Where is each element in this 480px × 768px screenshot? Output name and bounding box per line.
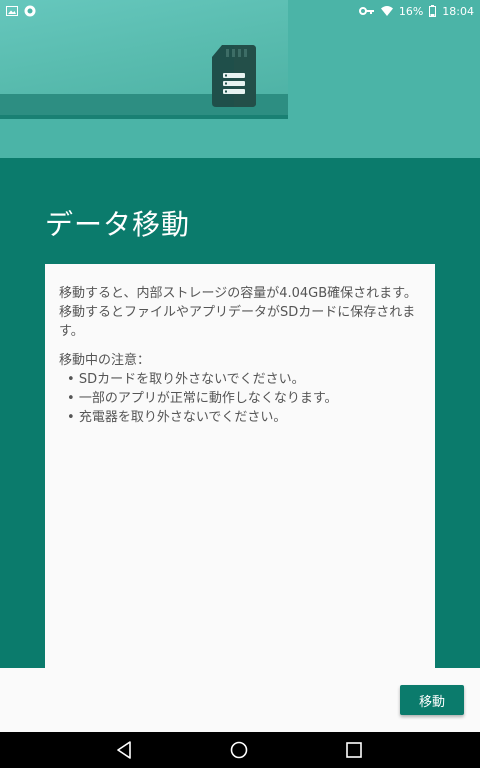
page-title: データ移動: [45, 208, 191, 241]
info-card: 移動すると、内部ストレージの容量が4.04GB確保されます。移動するとファイルや…: [45, 264, 435, 684]
note-item: 一部のアプリが正常に動作しなくなります。: [67, 389, 421, 408]
back-icon[interactable]: [115, 740, 135, 760]
wifi-icon: [380, 6, 393, 16]
move-button[interactable]: 移動: [400, 685, 464, 715]
navigation-bar: [0, 732, 480, 768]
note-item: 充電器を取り外さないでください。: [67, 408, 421, 427]
home-icon[interactable]: [229, 740, 249, 760]
move-description: 移動すると、内部ストレージの容量が4.04GB確保されます。移動するとファイルや…: [59, 286, 417, 339]
gallery-icon: [6, 6, 18, 16]
hero-floor-line: [0, 115, 288, 119]
notification-app-icon: [24, 5, 36, 17]
vpn-key-icon: [358, 7, 374, 15]
battery-percent: 16%: [398, 4, 424, 18]
sd-card-icon: [212, 45, 256, 107]
note-item: SDカードを取り外さないでください。: [67, 370, 421, 389]
notes-list: SDカードを取り外さないでください。 一部のアプリが正常に動作しなくなります。 …: [59, 370, 421, 427]
notes-title: 移動中の注意：: [59, 353, 151, 368]
battery-icon: [429, 5, 437, 17]
hero-banner: [0, 0, 480, 158]
status-bar: 16% 18:04: [0, 0, 480, 22]
recents-icon[interactable]: [344, 740, 364, 760]
clock: 18:04: [442, 4, 474, 18]
